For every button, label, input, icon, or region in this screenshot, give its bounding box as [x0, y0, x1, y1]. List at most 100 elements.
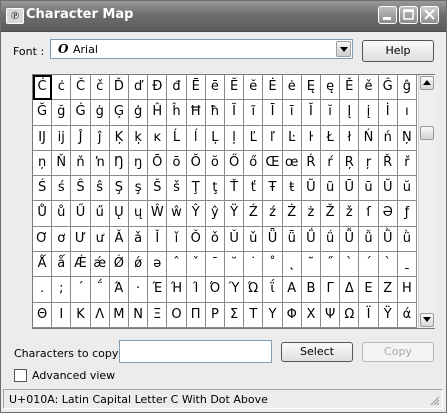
- character-cell[interactable]: ň: [71, 150, 91, 177]
- character-cell[interactable]: Ə: [378, 201, 398, 227]
- character-cell[interactable]: Ǽ: [71, 252, 91, 278]
- character-cell[interactable]: Ơ: [33, 226, 53, 253]
- character-cell[interactable]: ū: [359, 176, 379, 202]
- character-cell[interactable]: ;: [52, 277, 72, 303]
- character-cell[interactable]: ű: [90, 201, 110, 227]
- character-cell[interactable]: Ǜ: [378, 226, 398, 253]
- character-cell[interactable]: Ŋ: [109, 150, 129, 177]
- character-cell[interactable]: ΐ: [263, 277, 283, 303]
- character-cell[interactable]: Ż: [282, 201, 302, 227]
- character-cell[interactable]: ē: [205, 75, 225, 101]
- character-cell[interactable]: ƒ: [397, 201, 417, 227]
- character-cell[interactable]: Ψ: [321, 302, 341, 328]
- character-cell[interactable]: ė: [282, 75, 302, 101]
- character-cell[interactable]: Į: [340, 100, 360, 126]
- character-cell[interactable]: Ħ: [186, 100, 206, 126]
- character-cell[interactable]: Ύ: [225, 277, 245, 303]
- character-cell[interactable]: Γ: [321, 277, 341, 303]
- character-cell[interactable]: Ζ: [378, 277, 398, 303]
- character-cell[interactable]: ĵ: [90, 125, 110, 151]
- character-cell[interactable]: Ů: [33, 201, 53, 227]
- character-cell[interactable]: Ī: [263, 100, 283, 126]
- character-cell[interactable]: Μ: [109, 302, 129, 328]
- select-button[interactable]: Select: [281, 342, 353, 362]
- advanced-view-label[interactable]: Advanced view: [32, 369, 115, 382]
- character-cell[interactable]: Ġ: [71, 100, 91, 126]
- character-cell[interactable]: Η: [397, 277, 417, 303]
- resize-grip-icon[interactable]: [428, 394, 440, 406]
- character-cell[interactable]: Ό: [205, 277, 225, 303]
- character-cell[interactable]: Ν: [129, 302, 149, 328]
- character-cell[interactable]: Κ: [71, 302, 91, 328]
- character-cell[interactable]: Ǻ: [33, 252, 53, 278]
- character-cell[interactable]: ΄: [71, 277, 91, 303]
- character-cell[interactable]: Ř: [378, 150, 398, 177]
- character-cell[interactable]: ſ: [359, 201, 379, 227]
- character-cell[interactable]: Π: [186, 302, 206, 328]
- character-cell[interactable]: ˊ: [359, 252, 379, 278]
- character-cell[interactable]: ľ: [263, 125, 283, 151]
- character-cell[interactable]: Ķ: [109, 125, 129, 151]
- character-cell[interactable]: Ǎ: [109, 226, 129, 253]
- character-cell[interactable]: Ũ: [301, 176, 321, 202]
- character-cell[interactable]: ż: [301, 201, 321, 227]
- character-cell[interactable]: Ϋ: [378, 302, 398, 328]
- character-cell[interactable]: ĩ: [244, 100, 264, 126]
- character-cell[interactable]: ŕ: [321, 150, 341, 177]
- character-cell[interactable]: ǽ: [90, 252, 110, 278]
- character-cell[interactable]: ğ: [52, 100, 72, 126]
- character-cell[interactable]: ΅: [90, 277, 110, 303]
- character-cell[interactable]: ł: [340, 125, 360, 151]
- character-cell[interactable]: ı: [397, 100, 417, 126]
- vertical-scrollbar[interactable]: [418, 75, 435, 328]
- character-cell[interactable]: Χ: [301, 302, 321, 328]
- character-cell[interactable]: Č: [71, 75, 91, 101]
- character-cell[interactable]: ķ: [129, 125, 149, 151]
- character-cell[interactable]: Ĝ: [378, 75, 398, 101]
- close-button[interactable]: [420, 6, 439, 24]
- character-cell[interactable]: Ǐ: [148, 226, 168, 253]
- character-cell[interactable]: ǚ: [359, 226, 379, 253]
- character-cell[interactable]: Ǔ: [225, 226, 245, 253]
- character-cell[interactable]: Ŝ: [71, 176, 91, 202]
- character-cell[interactable]: Ω: [340, 302, 360, 328]
- character-cell[interactable]: ˛: [282, 252, 302, 278]
- character-cell[interactable]: .: [33, 277, 53, 303]
- character-cell[interactable]: ˘: [225, 252, 245, 278]
- character-cell[interactable]: Ť: [225, 176, 245, 202]
- character-cell[interactable]: Ė: [263, 75, 283, 101]
- character-cell[interactable]: ō: [167, 150, 187, 177]
- character-cell[interactable]: Ņ: [397, 125, 417, 151]
- character-cell[interactable]: Ξ: [148, 302, 168, 328]
- character-cell[interactable]: ǎ: [129, 226, 149, 253]
- character-cell[interactable]: Τ: [244, 302, 264, 328]
- character-cell[interactable]: ī: [282, 100, 302, 126]
- character-cell[interactable]: Ę: [301, 75, 321, 101]
- character-cell[interactable]: ļ: [225, 125, 245, 151]
- character-cell[interactable]: ˜: [301, 252, 321, 278]
- character-cell[interactable]: ŭ: [397, 176, 417, 202]
- character-cell[interactable]: Ŧ: [263, 176, 283, 202]
- character-cell[interactable]: ˇ: [186, 252, 206, 278]
- character-cell[interactable]: ơ: [52, 226, 72, 253]
- character-cell[interactable]: Ά: [109, 277, 129, 303]
- character-cell[interactable]: ĸ: [148, 125, 168, 151]
- character-cell[interactable]: Ē: [186, 75, 206, 101]
- character-cell[interactable]: Ǒ: [186, 226, 206, 253]
- character-cell[interactable]: Ŕ: [301, 150, 321, 177]
- character-cell[interactable]: Θ: [33, 302, 53, 328]
- maximize-button[interactable]: [399, 6, 418, 24]
- character-cell[interactable]: ŧ: [282, 176, 302, 202]
- character-cell[interactable]: Ŷ: [186, 201, 206, 227]
- character-cell[interactable]: Φ: [282, 302, 302, 328]
- character-cell[interactable]: ˚: [263, 252, 283, 278]
- character-cell[interactable]: Ń: [359, 125, 379, 151]
- character-cell[interactable]: Ď: [109, 75, 129, 101]
- character-cell[interactable]: Ě: [340, 75, 360, 101]
- character-cell[interactable]: ď: [129, 75, 149, 101]
- character-cell[interactable]: Ő: [225, 150, 245, 177]
- character-cell[interactable]: Ŀ: [282, 125, 302, 151]
- character-cell[interactable]: ś: [52, 176, 72, 202]
- scroll-down-button[interactable]: [420, 313, 434, 327]
- scroll-up-button[interactable]: [420, 76, 434, 90]
